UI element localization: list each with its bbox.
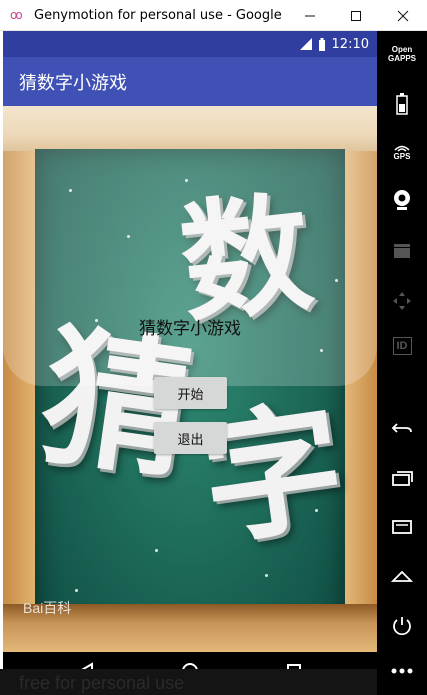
side-menu-button[interactable]	[377, 519, 427, 535]
app-bar: 猜数字小游戏	[3, 57, 377, 106]
device-id-widget-button[interactable]: ID	[377, 337, 427, 355]
window-titlebar: oo Genymotion for personal use - Google …	[0, 0, 427, 31]
window-title: Genymotion for personal use - Google N..…	[34, 7, 284, 23]
more-dots-icon	[391, 668, 413, 674]
minimize-button[interactable]	[287, 0, 333, 31]
minimize-icon	[305, 15, 315, 16]
close-icon	[397, 10, 409, 21]
phone-screen: 12:10 猜数字小游戏 数 猜 字 Bai百科 猜数字小游戏 开始 退出	[3, 31, 377, 690]
more-options-button[interactable]	[377, 667, 427, 675]
side-home-button[interactable]	[377, 569, 427, 583]
status-bar: 12:10	[3, 31, 377, 57]
app-bar-title: 猜数字小游戏	[19, 72, 127, 94]
camera-widget-button[interactable]	[377, 189, 427, 211]
power-icon	[393, 617, 411, 636]
close-button[interactable]	[380, 0, 426, 31]
game-title: 猜数字小游戏	[139, 319, 241, 339]
battery-widget-button[interactable]	[377, 93, 427, 115]
webcam-icon	[394, 190, 410, 210]
battery-icon	[318, 37, 326, 51]
power-button[interactable]	[377, 615, 427, 637]
id-icon: ID	[392, 337, 412, 355]
free-for-personal-use-text: free for personal use	[19, 673, 185, 693]
baidu-watermark: Bai百科	[23, 600, 72, 616]
genymotion-side-panel: Open GAPPS GPS ID	[377, 31, 427, 695]
gps-label: GPS	[393, 152, 411, 161]
signal-icon	[299, 38, 312, 50]
status-time: 12:10	[331, 36, 369, 52]
home-house-icon	[391, 570, 413, 582]
maximize-button[interactable]	[333, 0, 379, 31]
recents-stack-icon	[392, 471, 413, 486]
dpad-widget-button[interactable]	[377, 291, 427, 311]
dpad-icon	[393, 292, 411, 310]
genymotion-app-icon: oo	[10, 8, 23, 22]
gps-widget-button[interactable]: GPS	[377, 143, 427, 161]
open-gapps-button[interactable]: Open GAPPS	[377, 45, 427, 63]
start-button[interactable]: 开始	[154, 377, 227, 409]
back-arrow-icon	[391, 423, 412, 433]
menu-lines-icon	[392, 520, 412, 534]
glass-highlight-overlay	[3, 106, 377, 386]
main-content: 数 猜 字 Bai百科 猜数字小游戏 开始 退出	[3, 106, 377, 652]
screencast-widget-button[interactable]	[377, 243, 427, 259]
side-recents-button[interactable]	[377, 471, 427, 487]
clapperboard-icon	[394, 244, 410, 258]
illustration-char-zi: 字	[192, 385, 354, 566]
side-back-button[interactable]	[377, 421, 427, 435]
battery-widget-icon	[396, 93, 408, 115]
open-gapps-label: Open GAPPS	[387, 45, 416, 63]
exit-button[interactable]: 退出	[154, 422, 227, 454]
wifi-signal-icon	[394, 145, 410, 152]
maximize-icon	[351, 10, 361, 21]
